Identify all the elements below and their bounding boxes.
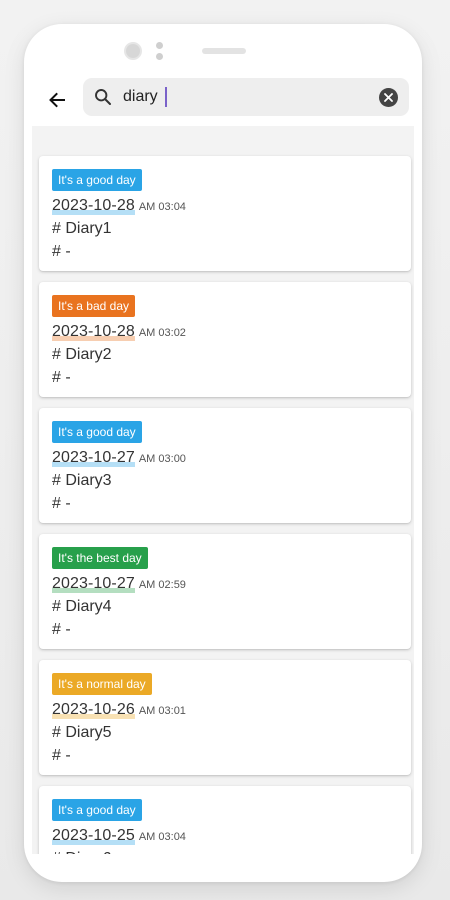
- screenshot-background: It's a good day2023-10-28AM 03:04# Diary…: [0, 0, 450, 900]
- date-highlight: [52, 588, 135, 593]
- close-icon: [384, 93, 393, 102]
- diary-card[interactable]: It's a good day 2023-10-27 AM 03:00 # Diary…: [39, 408, 411, 523]
- search-input[interactable]: [123, 84, 363, 110]
- entry-title: # Diary4: [52, 598, 112, 615]
- search-bar[interactable]: [83, 78, 409, 116]
- date-row: 2023-10-25 AM 03:04: [52, 827, 186, 845]
- entry-tags: # -: [52, 747, 71, 764]
- text-cursor: [165, 87, 167, 107]
- date-highlight: [52, 462, 135, 467]
- arrow-left-icon: [49, 92, 65, 108]
- diary-card[interactable]: It's a normal day 2023-10-26 AM 03:01 # Dia…: [39, 660, 411, 775]
- entry-title: # Diary2: [52, 346, 112, 363]
- front-camera: [124, 42, 142, 60]
- entry-time: AM 03:02: [138, 327, 186, 339]
- entry-title: # Diary5: [52, 724, 112, 741]
- entry-tags: # -: [52, 621, 71, 638]
- mood-badge: It's a bad day: [52, 295, 136, 317]
- date-row: 2023-10-27 AM 03:00: [52, 449, 186, 467]
- clear-search-button[interactable]: [379, 88, 398, 107]
- search-icon: [95, 89, 111, 105]
- entry-tags: # -: [52, 495, 71, 512]
- mood-badge: It's a good day: [52, 169, 142, 191]
- entry-date: 2023-10-26: [52, 701, 135, 719]
- entry-time: AM 03:00: [138, 453, 186, 465]
- date-highlight: [52, 714, 135, 719]
- entry-title: # Diary6: [52, 850, 112, 854]
- mood-badge: It's the best day: [52, 547, 148, 569]
- back-button[interactable]: [42, 85, 72, 115]
- entry-date: 2023-10-28: [52, 323, 135, 341]
- phone-sensors: [156, 42, 164, 62]
- date-row: 2023-10-27 AM 02:59: [52, 575, 186, 593]
- diary-list: It's a good day 2023-10-28 AM 03:04 # Diary…: [39, 156, 411, 854]
- entry-time: AM 03:01: [138, 705, 186, 717]
- entry-time: AM 02:59: [138, 579, 186, 591]
- entry-time: AM 03:04: [138, 201, 186, 213]
- phone-speaker: [202, 48, 246, 54]
- diary-card[interactable]: It's a good day 2023-10-25AM 03:04 # Diary…: [39, 786, 411, 854]
- diary-card[interactable]: It's the best day 2023-10-27 AM 02:59 # Dia…: [39, 534, 411, 649]
- date-highlight: [52, 336, 135, 341]
- date-row: 2023-10-28 AM 03:04: [52, 197, 186, 215]
- entry-tags: # -: [52, 243, 71, 260]
- mood-badge: It's a good day: [52, 799, 142, 821]
- date-highlight: [52, 840, 135, 845]
- entry-date: 2023-10-25: [52, 827, 135, 845]
- phone-frame: It's a good day2023-10-28AM 03:04# Diary…: [24, 24, 422, 882]
- entry-title: # Diary1: [52, 220, 112, 237]
- date-row: 2023-10-26 AM 03:01: [52, 701, 186, 719]
- entry-date: 2023-10-28: [52, 197, 135, 215]
- diary-card[interactable]: It's a good day 2023-10-28 AM 03:04 # Diary…: [39, 156, 411, 271]
- entry-title: # Diary3: [52, 472, 112, 489]
- entry-date: 2023-10-27: [52, 449, 135, 467]
- entry-time: AM 03:04: [138, 831, 186, 843]
- mood-badge: It's a normal day: [52, 673, 152, 695]
- mood-badge: It's a good day: [52, 421, 142, 443]
- search-header: [32, 74, 414, 126]
- date-row: 2023-10-28 AM 03:02: [52, 323, 186, 341]
- entry-date: 2023-10-27: [52, 575, 135, 593]
- app-screen: It's a good day2023-10-28AM 03:04# Diary…: [32, 74, 414, 854]
- diary-card[interactable]: It's a bad day 2023-10-28 AM 03:02 # Diary2…: [39, 282, 411, 397]
- entry-tags: # -: [52, 369, 71, 386]
- date-highlight: [52, 210, 135, 215]
